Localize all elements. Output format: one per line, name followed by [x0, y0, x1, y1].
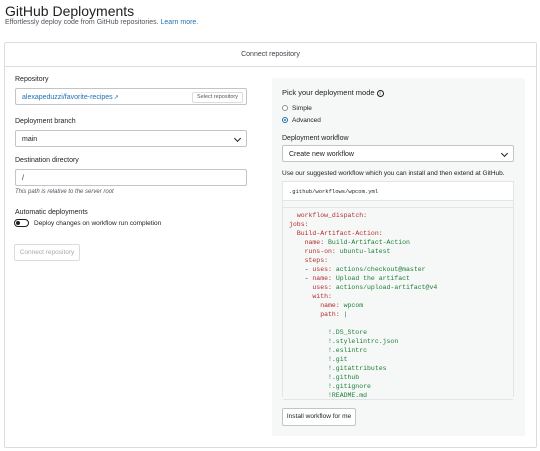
automatic-deployments-toggle-label: Deploy changes on workflow run completio…: [34, 220, 162, 227]
destination-hint: This path is relative to the server root: [15, 189, 114, 195]
chevron-down-icon: [500, 149, 509, 158]
repository-field[interactable]: alexapeduzzi/favorite-recipes↗ Select re…: [15, 88, 247, 105]
radio-simple[interactable]: [282, 105, 288, 111]
workflow-label: Deployment workflow: [282, 135, 349, 142]
install-workflow-button[interactable]: Install workflow for me: [282, 408, 356, 426]
code-line: !.gitattributes: [289, 365, 387, 372]
code-line: - uses: actions/checkout@master: [289, 266, 426, 273]
select-repository-button[interactable]: Select repository: [192, 92, 243, 103]
repository-name: alexapeduzzi/favorite-recipes: [22, 94, 113, 101]
code-line: jobs:: [289, 221, 309, 228]
page-title: GitHub Deployments: [5, 3, 135, 19]
mode-option-simple-label: Simple: [292, 105, 312, 112]
card-header: Connect repository: [5, 43, 536, 67]
learn-more-link[interactable]: Learn more.: [161, 19, 199, 26]
code-divider: [283, 200, 513, 208]
destination-label: Destination directory: [15, 157, 79, 164]
repository-link[interactable]: alexapeduzzi/favorite-recipes↗: [22, 94, 119, 101]
destination-value: /: [22, 175, 24, 182]
destination-input[interactable]: /: [15, 169, 247, 186]
deployment-mode-title: Pick your deployment mode i: [282, 88, 384, 97]
code-line: runs-on: ubuntu-latest: [304, 248, 391, 255]
branch-value: main: [22, 136, 38, 143]
code-line: !.stylelintrc.json: [289, 338, 399, 345]
code-line: !README.md: [289, 392, 368, 399]
external-link-icon: ↗: [113, 95, 119, 101]
connect-repository-button[interactable]: Connect repository: [14, 244, 80, 261]
deployment-mode-title-text: Pick your deployment mode: [282, 88, 375, 97]
page-subtitle: Effortlessly deploy code from GitHub rep…: [5, 19, 198, 26]
branch-label: Deployment branch: [15, 118, 76, 125]
automatic-deployments-toggle[interactable]: [14, 219, 29, 227]
code-line: path: |: [320, 311, 348, 318]
code-line: !.git: [289, 356, 348, 363]
automatic-deployments-label: Automatic deployments: [15, 209, 88, 216]
code-line: !.DS_Store: [289, 329, 368, 336]
mode-option-advanced-label: Advanced: [292, 117, 321, 124]
info-icon[interactable]: i: [376, 90, 384, 97]
branch-select[interactable]: main: [15, 130, 247, 147]
deployment-mode-panel: Pick your deployment mode i Simple Advanc…: [272, 78, 525, 436]
toggle-knob: [16, 221, 20, 225]
workflow-code-block: .github/workflows/wpcom.yml workflow_dis…: [282, 181, 514, 400]
chevron-down-icon: [233, 134, 242, 143]
code-line: workflow_dispatch:: [296, 212, 368, 219]
repository-label: Repository: [15, 76, 49, 83]
code-line: - name: Upload the artifact: [289, 275, 410, 282]
subtitle-text: Effortlessly deploy code from GitHub rep…: [5, 19, 159, 26]
code-line: steps:: [304, 257, 329, 264]
code-line: !.gitignore: [289, 383, 371, 390]
code-line: with:: [312, 293, 332, 300]
code-line: name: Build-Artifact-Action: [304, 239, 410, 246]
mode-option-advanced[interactable]: Advanced: [282, 117, 321, 124]
workflow-value: Create new workflow: [289, 151, 354, 158]
workflow-description: Use our suggested workflow which you can…: [282, 170, 505, 177]
mode-option-simple[interactable]: Simple: [282, 105, 312, 112]
code-line: !.eslintrc: [289, 347, 368, 354]
code-body[interactable]: workflow_dispatch: jobs: Build-Artifact-A…: [283, 208, 513, 400]
code-line: name: wpcom: [320, 302, 364, 309]
code-line: uses: actions/upload-artifact@v4: [312, 284, 438, 291]
code-line: !.github: [289, 374, 360, 381]
workflow-select[interactable]: Create new workflow: [282, 145, 514, 162]
code-line: Build-Artifact-Action:: [296, 230, 383, 237]
radio-advanced[interactable]: [282, 117, 288, 123]
workflow-file-path: .github/workflows/wpcom.yml: [289, 188, 379, 195]
